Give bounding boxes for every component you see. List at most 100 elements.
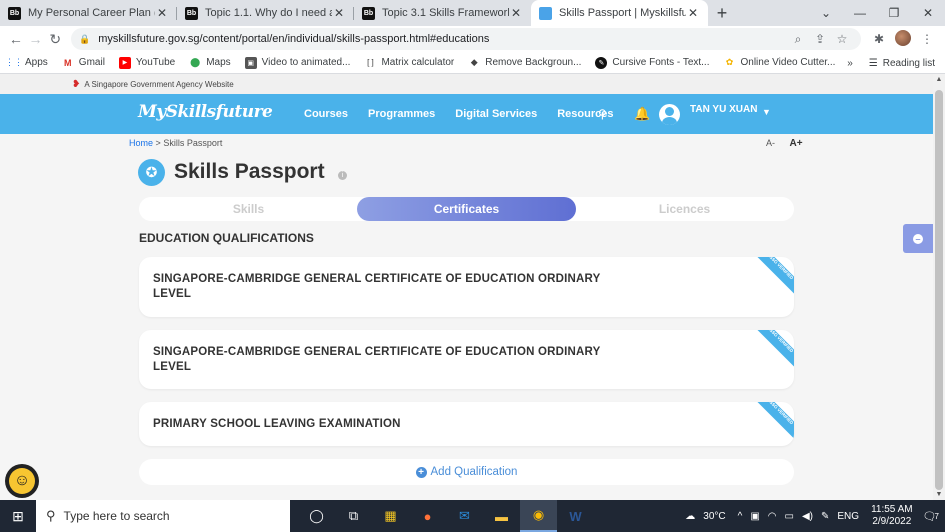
bell-icon[interactable]: 🔔 [634, 106, 650, 122]
new-tab-button[interactable]: + [708, 0, 736, 26]
verified-badge: SSG VERIFIED [748, 402, 794, 446]
windows-taskbar: ⊞ ⚲ Type here to search ◯ ⧉ ▦ ● ✉ ▬ ◉ W … [0, 500, 945, 532]
bookmark-apps[interactable]: ⋮⋮ Apps [5, 57, 48, 69]
passport-badge-icon: ✪ [138, 159, 165, 186]
bookmark-online-video-cutter[interactable]: ✿ Online Video Cutter... [724, 57, 836, 69]
profile-icon[interactable] [891, 29, 915, 49]
more-bookmarks-button[interactable]: » [847, 58, 853, 69]
pen-icon[interactable]: ✎ [821, 511, 829, 522]
user-name[interactable]: TAN YU XUAN [690, 104, 757, 115]
site-header: MySkillsfuture Courses Programmes Digita… [0, 94, 933, 134]
myskillsfuture-logo[interactable]: MySkillsfuture [138, 102, 273, 122]
taskbar-search[interactable]: ⚲ Type here to search [36, 500, 290, 532]
bookmark-video-animated[interactable]: ▣ Video to animated... [244, 56, 350, 69]
side-feedback-button[interactable]: – [903, 224, 933, 253]
weather-temp[interactable]: 30°C [703, 511, 725, 522]
increase-font-button[interactable]: A+ [790, 138, 803, 149]
bookmark-youtube[interactable]: ▶ YouTube [118, 56, 175, 69]
lock-icon: 🔒 [79, 33, 91, 44]
firefox-icon[interactable]: ● [409, 500, 446, 532]
screen: Bb My Personal Career Plan (45%) – ✕ Bb … [0, 0, 945, 532]
back-icon[interactable]: ← [6, 27, 26, 51]
wifi-icon[interactable]: ◠ [768, 511, 777, 522]
browser-tab-3[interactable]: Bb Topic 3.1 Skills Framework and W ✕ [354, 0, 531, 26]
clock[interactable]: 11:55 AM 2/9/2022 [871, 504, 913, 528]
breadcrumb-home[interactable]: Home [129, 138, 153, 148]
share-icon[interactable]: ⇪ [809, 32, 831, 46]
scroll-down-icon[interactable]: ▼ [933, 491, 945, 498]
tab-title: My Personal Career Plan (45%) – [28, 7, 155, 19]
close-icon[interactable]: ✕ [332, 6, 346, 20]
scroll-up-icon[interactable]: ▲ [933, 76, 945, 83]
user-avatar-icon[interactable] [659, 104, 680, 125]
qualification-card[interactable]: PRIMARY SCHOOL LEAVING EXAMINATION SSG V… [139, 402, 794, 446]
youtube-icon: ▶ [118, 56, 131, 69]
decrease-font-button[interactable]: A- [766, 138, 775, 148]
qualification-title: SINGAPORE-CAMBRIDGE GENERAL CERTIFICATE … [153, 346, 601, 373]
maps-pin-icon: ⬤ [190, 57, 201, 67]
nav-courses[interactable]: Courses [304, 108, 348, 120]
tab-licences[interactable]: Licences [575, 197, 794, 221]
bookmark-matrix-calculator[interactable]: [ ] Matrix calculator [364, 57, 454, 69]
tab-certificates[interactable]: Certificates [357, 197, 576, 221]
scrollbar-thumb[interactable] [935, 90, 943, 490]
bookmark-cursive-fonts[interactable]: ✎ Cursive Fonts - Text... [595, 56, 710, 69]
bookmark-star-icon[interactable]: ☆ [831, 32, 853, 46]
qualification-title: PRIMARY SCHOOL LEAVING EXAMINATION [153, 418, 401, 430]
zoom-icon[interactable]: ⌕ [787, 32, 809, 47]
forward-icon[interactable]: → [26, 27, 46, 51]
clock-time: 11:55 AM [871, 504, 913, 515]
close-icon[interactable]: ✕ [155, 6, 169, 20]
chrome-icon[interactable]: ◉ [520, 500, 557, 532]
add-qualification-button[interactable]: + Add Qualification [139, 459, 794, 485]
taskbar-apps: ◯ ⧉ ▦ ● ✉ ▬ ◉ W [298, 500, 594, 532]
page-scrollbar[interactable]: ▲ ▼ [933, 74, 945, 500]
reload-icon[interactable]: ↻ [45, 27, 65, 51]
outlook-icon[interactable]: ✉ [446, 500, 483, 532]
close-icon[interactable]: ✕ [686, 6, 700, 20]
menu-icon[interactable]: ⋮ [915, 32, 939, 46]
reading-list-button[interactable]: Reading list [883, 58, 935, 69]
restore-icon[interactable]: ❐ [877, 0, 911, 26]
browser-tab-1[interactable]: Bb My Personal Career Plan (45%) – ✕ [0, 0, 177, 26]
search-icon: ⚲ [46, 508, 56, 523]
file-explorer-icon[interactable]: ▬ [483, 500, 520, 532]
close-window-icon[interactable]: ✕ [911, 0, 945, 26]
nav-digital-services[interactable]: Digital Services [455, 108, 537, 120]
browser-tab-4[interactable]: Skills Passport | Myskillsfuture.go ✕ [531, 0, 708, 26]
tab-skills[interactable]: Skills [139, 197, 358, 221]
qualification-card[interactable]: SINGAPORE-CAMBRIDGE GENERAL CERTIFICATE … [139, 257, 794, 317]
language-indicator[interactable]: ENG [837, 511, 859, 522]
address-bar[interactable]: 🔒 myskillsfuture.gov.sg/content/portal/e… [71, 28, 862, 50]
browser-tab-2[interactable]: Bb Topic 1.1. Why do I need a Person ✕ [177, 0, 354, 26]
tab-title: Skills Passport | Myskillsfuture.go [559, 7, 686, 19]
video-cutter-icon: ✿ [725, 57, 734, 67]
bookmark-gmail[interactable]: M Gmail [62, 57, 105, 69]
microsoft-store-icon[interactable]: ▦ [372, 500, 409, 532]
browser-tab-strip: Bb My Personal Career Plan (45%) – ✕ Bb … [0, 0, 945, 26]
nav-programmes[interactable]: Programmes [368, 108, 435, 120]
weather-icon[interactable]: ☁ [685, 511, 695, 522]
windows-start-icon[interactable]: ⊞ [0, 500, 36, 532]
qualification-card[interactable]: SINGAPORE-CAMBRIDGE GENERAL CERTIFICATE … [139, 330, 794, 389]
bookmark-remove-background[interactable]: ◆ Remove Backgroun... [468, 57, 582, 69]
chatbot-button[interactable]: ☺ [5, 464, 39, 498]
battery-icon[interactable]: ▭ [785, 511, 794, 522]
extensions-icon[interactable]: ✱ [867, 32, 891, 46]
info-icon[interactable]: i [338, 171, 347, 180]
page-title: Skills Passport [174, 160, 325, 183]
qualification-title: SINGAPORE-CAMBRIDGE GENERAL CERTIFICATE … [153, 273, 601, 300]
bookmark-maps[interactable]: ⬤ Maps [189, 57, 231, 69]
volume-icon[interactable]: ◀) [802, 511, 813, 522]
tab-search-icon[interactable]: ⌄ [809, 0, 843, 26]
minimize-icon[interactable]: — [843, 0, 877, 26]
task-view-icon[interactable]: ⧉ [335, 500, 372, 532]
chevron-down-icon[interactable]: ▼ [762, 107, 771, 117]
cortana-icon[interactable]: ◯ [298, 500, 335, 532]
skillsfuture-favicon-icon [539, 6, 552, 20]
word-icon[interactable]: W [557, 500, 594, 532]
meet-now-icon[interactable]: ▣ [750, 511, 759, 522]
search-icon[interactable]: ⚲ [598, 107, 607, 121]
chevron-up-icon[interactable]: ^ [738, 511, 743, 522]
close-icon[interactable]: ✕ [509, 6, 523, 20]
